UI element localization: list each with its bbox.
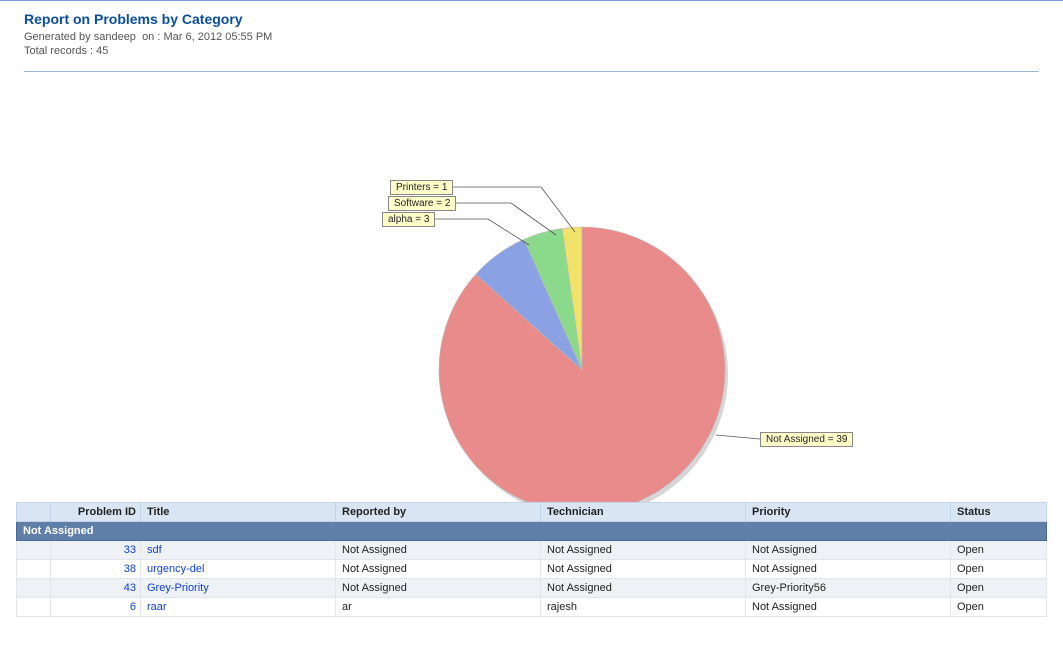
col-problem-id: Problem ID — [51, 503, 141, 522]
cell-title: sdf — [141, 541, 336, 560]
problem-title-link[interactable]: urgency-del — [147, 563, 204, 575]
group-label: Not Assigned — [17, 522, 1047, 541]
cell-technician: Not Assigned — [541, 579, 746, 598]
col-status: Status — [951, 503, 1047, 522]
report-header: Report on Problems by Category Generated… — [0, 1, 1063, 65]
generated-on-label: on : — [142, 31, 160, 43]
problem-id-link[interactable]: 43 — [124, 582, 136, 594]
cell-reported-by: Not Assigned — [336, 560, 541, 579]
cell-id: 38 — [51, 560, 141, 579]
total-records-line: Total records : 45 — [24, 45, 1039, 57]
total-records-label: Total records : — [24, 45, 93, 57]
cell-blank — [17, 579, 51, 598]
cell-status: Open — [951, 598, 1047, 617]
generated-by-label: Generated by — [24, 31, 91, 43]
cell-id: 6 — [51, 598, 141, 617]
cell-priority: Grey-Priority56 — [746, 579, 951, 598]
cell-reported-by: ar — [336, 598, 541, 617]
col-reported-by: Reported by — [336, 503, 541, 522]
data-table-wrap: Problem ID Title Reported by Technician … — [0, 502, 1063, 617]
report-title: Report on Problems by Category — [24, 11, 1039, 27]
pie-chart-svg — [0, 72, 1063, 502]
cell-technician: Not Assigned — [541, 541, 746, 560]
cell-technician: Not Assigned — [541, 560, 746, 579]
table-row: 43Grey-PriorityNot AssignedNot AssignedG… — [17, 579, 1047, 598]
group-row: Not Assigned — [17, 522, 1047, 541]
problem-id-link[interactable]: 33 — [124, 544, 136, 556]
cell-blank — [17, 560, 51, 579]
cell-status: Open — [951, 579, 1047, 598]
cell-blank — [17, 598, 51, 617]
col-blank — [17, 503, 51, 522]
cell-reported-by: Not Assigned — [336, 541, 541, 560]
table-row: 33sdfNot AssignedNot AssignedNot Assigne… — [17, 541, 1047, 560]
generated-on: Mar 6, 2012 05:55 PM — [163, 31, 272, 43]
cell-status: Open — [951, 541, 1047, 560]
cell-technician: rajesh — [541, 598, 746, 617]
slice-label-alpha: alpha = 3 — [382, 212, 435, 227]
col-priority: Priority — [746, 503, 951, 522]
cell-priority: Not Assigned — [746, 541, 951, 560]
cell-title: Grey-Priority — [141, 579, 336, 598]
table-row: 6 raar arrajeshNot AssignedOpen — [17, 598, 1047, 617]
problems-table: Problem ID Title Reported by Technician … — [16, 502, 1047, 617]
cell-title: urgency-del — [141, 560, 336, 579]
col-technician: Technician — [541, 503, 746, 522]
slice-label-software: Software = 2 — [388, 196, 456, 211]
cell-priority: Not Assigned — [746, 560, 951, 579]
problem-title-link[interactable]: sdf — [147, 544, 162, 556]
total-records-value: 45 — [96, 45, 108, 57]
pie-chart: Printers = 1 Software = 2 alpha = 3 Not … — [0, 72, 1063, 502]
problem-title-link[interactable]: Grey-Priority — [147, 582, 209, 594]
problem-title-link[interactable]: raar — [147, 601, 167, 613]
cell-reported-by: Not Assigned — [336, 579, 541, 598]
col-title: Title — [141, 503, 336, 522]
generated-line: Generated by sandeep on : Mar 6, 2012 05… — [24, 31, 1039, 43]
generated-by-user: sandeep — [94, 31, 136, 43]
cell-blank — [17, 541, 51, 560]
problem-id-link[interactable]: 6 — [130, 601, 136, 613]
cell-title: raar — [141, 598, 336, 617]
table-row: 38urgency-delNot AssignedNot AssignedNot… — [17, 560, 1047, 579]
cell-id: 43 — [51, 579, 141, 598]
cell-id: 33 — [51, 541, 141, 560]
table-header-row: Problem ID Title Reported by Technician … — [17, 503, 1047, 522]
slice-label-printers: Printers = 1 — [390, 180, 453, 195]
cell-priority: Not Assigned — [746, 598, 951, 617]
cell-status: Open — [951, 560, 1047, 579]
problem-id-link[interactable]: 38 — [124, 563, 136, 575]
slice-label-not-assigned: Not Assigned = 39 — [760, 432, 853, 447]
